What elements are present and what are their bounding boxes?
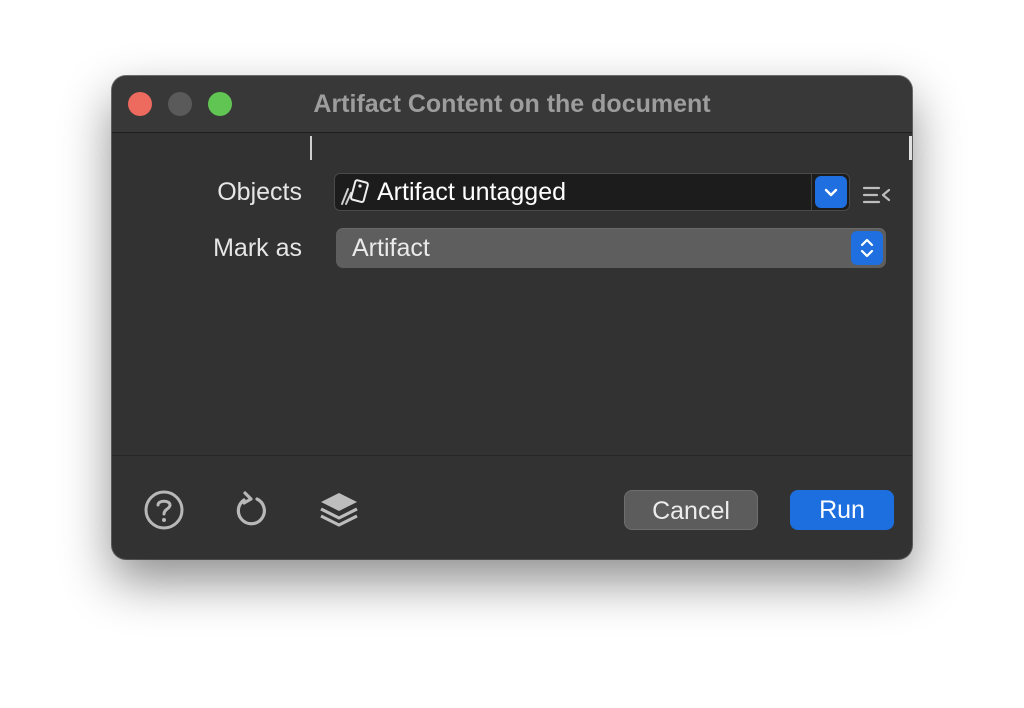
objects-divider	[811, 174, 812, 210]
layers-icon[interactable]	[317, 488, 361, 532]
objects-value: Artifact untagged	[377, 178, 567, 206]
footer-separator	[112, 455, 912, 456]
mark-as-popup-button[interactable]	[851, 231, 883, 265]
mark-as-popup[interactable]: Artifact	[336, 228, 886, 268]
text-cursor	[310, 136, 312, 160]
cancel-button[interactable]: Cancel	[624, 490, 758, 530]
run-button[interactable]: Run	[790, 490, 894, 530]
mark-as-value: Artifact	[352, 234, 430, 262]
refresh-icon[interactable]	[229, 488, 273, 532]
objects-dropdown-button[interactable]	[815, 176, 847, 208]
mark-as-label: Mark as	[213, 234, 302, 262]
question-circle-icon[interactable]	[142, 488, 186, 532]
objects-label: Objects	[217, 178, 302, 206]
title-bar[interactable]: Artifact Content on the document	[112, 76, 912, 133]
dialog-window: Artifact Content on the document Objects…	[112, 76, 912, 559]
up-down-chevron-icon	[860, 238, 874, 258]
scroll-indicator	[909, 136, 912, 160]
chevron-down-icon	[824, 188, 838, 197]
artifact-object-icon	[339, 177, 373, 207]
window-title: Artifact Content on the document	[313, 90, 711, 118]
list-collapse-icon[interactable]	[862, 184, 892, 206]
objects-combobox[interactable]: Artifact untagged	[334, 173, 850, 211]
